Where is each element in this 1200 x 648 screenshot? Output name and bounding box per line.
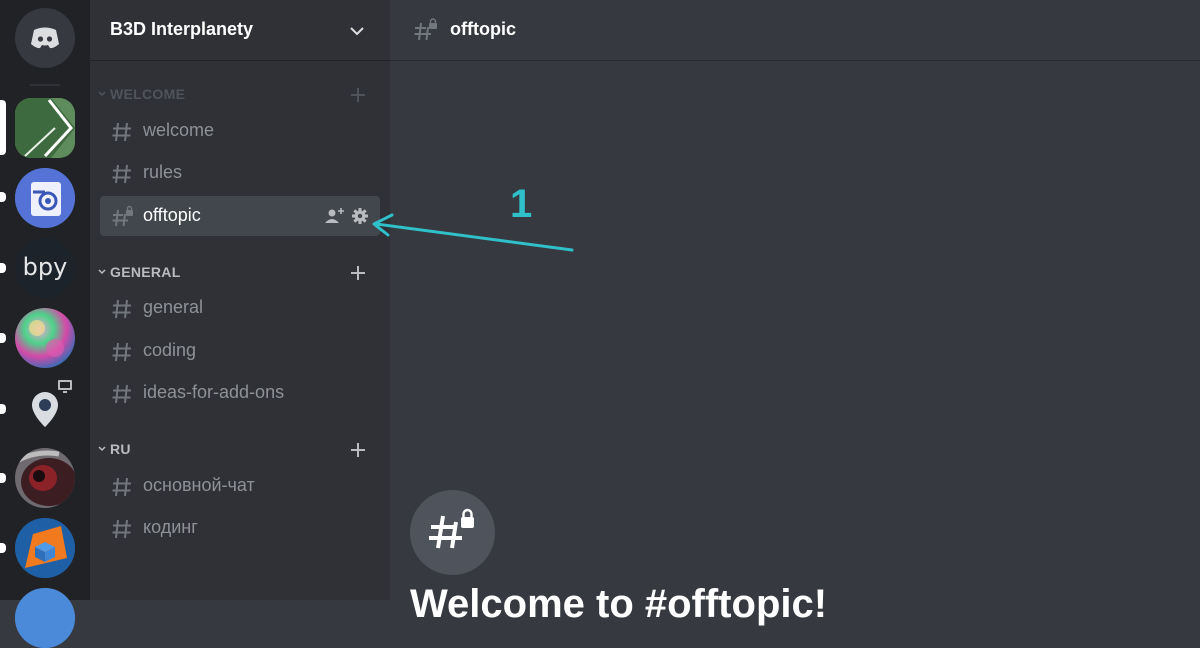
channel-welcome-icon bbox=[410, 490, 495, 575]
channel-label: coding bbox=[143, 340, 197, 360]
unread-indicator bbox=[0, 333, 6, 343]
hash-icon bbox=[112, 342, 131, 362]
hash-icon bbox=[112, 299, 131, 319]
guild-header[interactable]: B3D Interplanety bbox=[90, 0, 390, 61]
chevron-down-icon bbox=[98, 446, 106, 452]
hash-lock-icon bbox=[429, 508, 474, 549]
category-label: GENERAL bbox=[110, 264, 181, 280]
rail-separator bbox=[30, 84, 60, 86]
server-eye-icon bbox=[15, 448, 75, 508]
unread-indicator bbox=[0, 192, 6, 202]
channel-header: offtopic bbox=[390, 0, 1200, 61]
unread-indicator bbox=[0, 404, 6, 414]
chevron-down-icon bbox=[98, 91, 106, 97]
hash-icon bbox=[112, 164, 131, 184]
server-bpy[interactable]: bpy bbox=[15, 238, 75, 298]
gear-icon[interactable] bbox=[351, 207, 369, 225]
channel-osnovnoy-chat[interactable]: основной-чат bbox=[100, 466, 380, 506]
hash-lock-icon bbox=[112, 205, 133, 227]
welcome-heading: Welcome to #offtopic! bbox=[410, 582, 828, 626]
server-blue-icon bbox=[15, 588, 75, 648]
selected-indicator bbox=[0, 100, 6, 155]
home-button[interactable] bbox=[15, 8, 75, 68]
channel-ideas-for-add-ons[interactable]: ideas-for-add-ons bbox=[100, 373, 380, 413]
server-green-arrow[interactable] bbox=[15, 98, 75, 158]
channel-label: кодинг bbox=[143, 517, 198, 537]
channel-label: rules bbox=[143, 162, 183, 182]
channel-title: offtopic bbox=[450, 19, 516, 39]
server-cube-icon bbox=[15, 518, 75, 578]
category-label: WELCOME bbox=[110, 86, 186, 102]
channel-label: ideas-for-add-ons bbox=[143, 382, 285, 402]
server-blender[interactable] bbox=[15, 168, 75, 228]
hash-icon bbox=[112, 477, 131, 497]
channel-general[interactable]: general bbox=[100, 288, 380, 328]
server-rail: bpy bbox=[0, 0, 90, 648]
channel-welcome[interactable]: welcome bbox=[100, 111, 380, 151]
guild-name: B3D Interplanety bbox=[110, 19, 254, 39]
hash-icon bbox=[112, 122, 131, 142]
server-sphere-icon bbox=[15, 308, 75, 368]
channel-rules[interactable]: rules bbox=[100, 153, 380, 193]
channel-label: general bbox=[143, 297, 204, 317]
annotation-arrow bbox=[372, 213, 574, 252]
plus-icon[interactable] bbox=[348, 85, 368, 105]
hash-icon bbox=[112, 384, 131, 404]
plus-icon[interactable] bbox=[348, 263, 368, 283]
channel-label: welcome bbox=[143, 120, 215, 140]
channel-offtopic[interactable]: offtopic bbox=[100, 196, 380, 236]
unread-indicator bbox=[0, 473, 6, 483]
category-label: RU bbox=[110, 441, 131, 457]
channel-sidebar: B3D Interplanety WELCOME welcome rules o… bbox=[90, 0, 390, 600]
server-eye[interactable] bbox=[15, 448, 75, 508]
discord-logo-icon bbox=[31, 27, 59, 49]
channel-label: offtopic bbox=[143, 205, 201, 225]
invite-icon[interactable] bbox=[324, 206, 346, 226]
hash-icon bbox=[112, 519, 131, 539]
blender-logo-icon bbox=[15, 168, 75, 228]
unread-indicator bbox=[0, 543, 6, 553]
category-welcome[interactable]: WELCOME bbox=[90, 83, 390, 107]
channel-coding[interactable]: coding bbox=[100, 331, 380, 371]
category-ru[interactable]: RU bbox=[90, 438, 390, 462]
server-blue[interactable] bbox=[15, 588, 75, 648]
channel-label: основной-чат bbox=[143, 475, 255, 495]
chevron-down-icon[interactable] bbox=[348, 22, 366, 40]
category-general[interactable]: GENERAL bbox=[90, 261, 390, 285]
screen-share-badge bbox=[54, 377, 76, 397]
unread-indicator bbox=[0, 263, 6, 273]
server-bpy-label: bpy bbox=[22, 253, 68, 281]
server-colorful-sphere[interactable] bbox=[15, 308, 75, 368]
monitor-icon bbox=[58, 380, 72, 393]
chevron-down-icon bbox=[98, 269, 106, 275]
channel-koding[interactable]: кодинг bbox=[100, 508, 380, 548]
server-orange-cube[interactable] bbox=[15, 518, 75, 578]
server-arrow-icon bbox=[15, 98, 75, 158]
plus-icon[interactable] bbox=[348, 440, 368, 460]
hash-lock-icon bbox=[414, 18, 437, 41]
